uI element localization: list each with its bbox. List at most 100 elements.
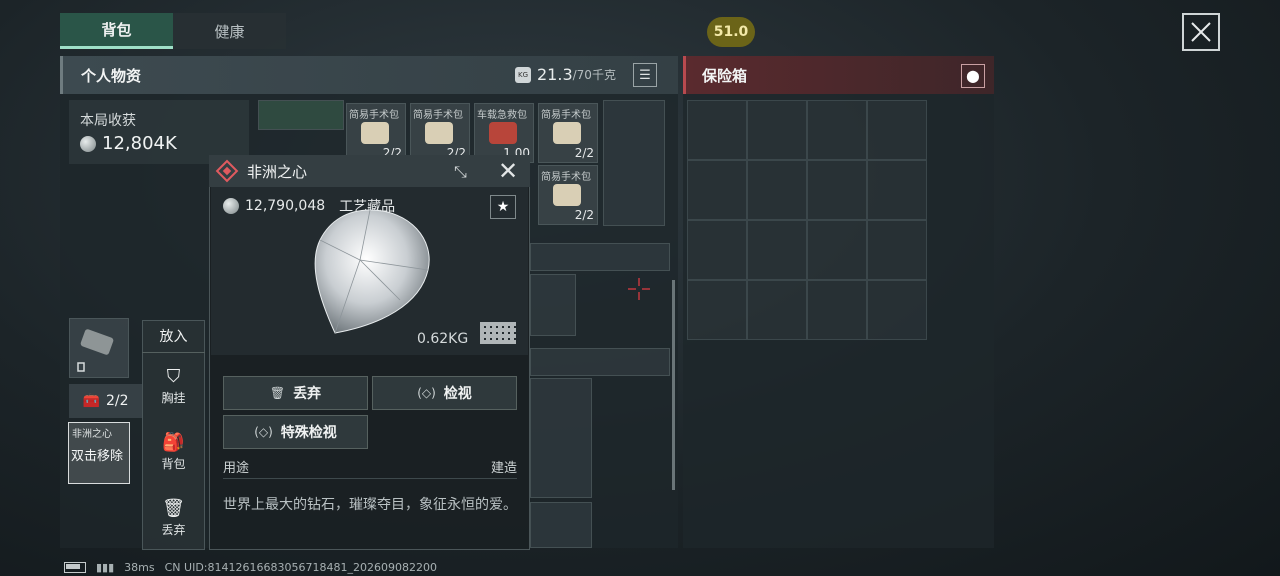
signal-icon: ▮▮▮ [96,561,115,574]
special-inspect-button[interactable]: (◇) 特殊检视 [223,415,368,449]
timer-badge: 51.0 [707,17,755,47]
equipped-item[interactable] [69,318,129,378]
item-slot-surgical-kit[interactable]: 简易手术包 2/2 [346,103,406,163]
selected-item-label: 非洲之心 [72,429,112,440]
safe-slot[interactable] [687,100,747,160]
divider [223,478,517,479]
safe-slot[interactable] [867,220,927,280]
item-label: 简易手术包 [413,110,463,121]
inspect-button[interactable]: (◇) 检视 [372,376,517,410]
weight-readout: KG 21.3 /70千克 [515,65,616,84]
safe-slot[interactable] [747,160,807,220]
trash-icon: 🗑 [162,498,185,519]
item-label: 车载急救包 [477,110,527,121]
special-inspect-label: 特殊检视 [280,425,337,441]
safe-slot[interactable] [807,280,867,340]
favorite-button[interactable]: ★ [490,195,516,219]
safe-slot[interactable] [747,100,807,160]
close-icon: ✕ [498,157,519,185]
weight-icon: KG [515,66,531,83]
vest-icon: ⛉ [166,366,181,387]
item-weight: 0.62KG [417,331,469,347]
inspect-icon: (◇) [417,386,436,400]
crosshair-icon [628,278,650,300]
popup-header: 非洲之心 [209,155,530,187]
safe-slot[interactable] [687,160,747,220]
toolbox-icon: 🧰 [82,393,100,409]
personal-title: 个人物资 [81,66,142,85]
item-slot[interactable] [530,502,592,548]
coin-icon [223,198,239,214]
tab-health[interactable]: 健康 [173,13,286,49]
pouch-icon [77,329,114,372]
star-icon: ★ [496,199,510,215]
menu-item-label: 胸挂 [161,391,186,405]
menu-item-backpack[interactable]: 🎒 背包 [142,432,205,472]
menu-item-discard[interactable]: 🗑 丢弃 [142,498,205,538]
location-pin-icon: ⬤ [966,69,980,83]
minimize-button[interactable]: ⤡ [454,162,467,182]
safe-slot[interactable] [867,280,927,340]
menu-item-label: 丢弃 [161,523,186,537]
trash-icon: 🗑 [269,386,286,400]
top-tabs: 背包 健康 [60,13,286,49]
item-slot[interactable] [530,378,592,498]
weight-max: /70千克 [572,68,616,82]
discard-button[interactable]: 🗑 丢弃 [223,376,368,410]
inventory-scrollbar[interactable] [672,280,675,490]
item-slot[interactable] [258,100,344,130]
weight-value: 21.3 [537,65,573,84]
menu-item-vest[interactable]: ⛉ 胸挂 [142,366,205,406]
item-slot-surgical-kit[interactable]: 简易手术包 2/2 [538,165,598,225]
item-slot[interactable] [530,243,670,271]
minimize-icon: ⤡ [454,162,467,181]
tab-backpack[interactable]: 背包 [60,13,173,49]
location-button[interactable]: ⬤ [961,64,985,88]
safe-slot[interactable] [687,280,747,340]
coin-icon [80,135,96,152]
item-slot-car-firstaid[interactable]: 车载急救包 1.00 [474,103,534,163]
selected-item-slot[interactable]: 非洲之心 双击移除 [68,422,130,484]
size-grid-icon [480,322,516,344]
item-label: 简易手术包 [541,110,591,121]
close-icon [1191,22,1211,42]
earnings-value-row: 12,804K [80,133,177,154]
container-count: 🧰 2/2 [69,384,142,418]
list-icon: ☰ [639,67,651,83]
item-slot-surgical-kit[interactable]: 简易手术包 2/2 [410,103,470,163]
medkit-icon [553,122,581,144]
medkit-icon [553,184,581,206]
safe-slot[interactable] [867,160,927,220]
item-slot[interactable] [530,348,670,376]
list-view-button[interactable]: ☰ [633,63,657,87]
build-label[interactable]: 建造 [491,457,517,476]
medkit-icon [361,122,389,144]
safebox-header: 保险箱 [683,56,994,94]
safe-slot[interactable] [747,220,807,280]
item-description: 世界上最大的钻石，璀璨夺目，象征永恒的爱。 [223,497,517,513]
earnings-value: 12,804K [102,133,177,154]
uid-text: CN UID:8141261668305671848​1_20260908220… [164,561,437,574]
menu-item-label: 背包 [161,457,186,471]
safe-slot[interactable] [807,100,867,160]
popup-close-button[interactable]: ✕ [498,158,518,184]
popup-title: 非洲之心 [247,162,308,181]
ping-value: 38ms [124,561,155,574]
safe-slot[interactable] [687,220,747,280]
status-bar: ▮▮▮ 38ms CN UID:8141261668305671848​1_20… [64,561,437,574]
safebox-grid [687,100,927,340]
item-slot[interactable] [603,100,665,226]
safe-slot[interactable] [807,160,867,220]
battery-icon [64,562,86,573]
put-in-header: 放入 [142,320,205,353]
discard-label: 丢弃 [293,386,322,402]
safe-slot[interactable] [807,220,867,280]
inspect-icon: (◇) [254,425,273,439]
safebox-title: 保险箱 [702,66,748,85]
item-slot[interactable] [530,274,576,336]
safe-slot[interactable] [867,100,927,160]
item-slot-surgical-kit[interactable]: 简易手术包 2/2 [538,103,598,163]
firstaid-icon [489,122,517,144]
close-button[interactable] [1182,13,1220,51]
safe-slot[interactable] [747,280,807,340]
